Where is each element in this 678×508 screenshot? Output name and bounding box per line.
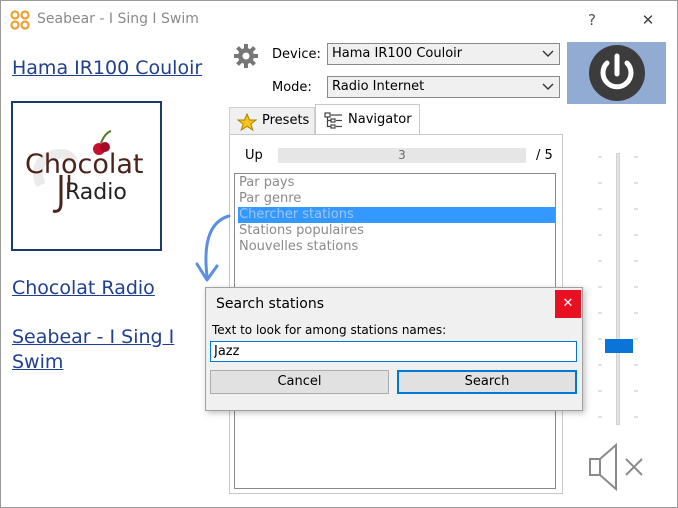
volume-slider[interactable]	[616, 153, 620, 425]
device-link[interactable]: Hama IR100 Couloir	[12, 57, 202, 79]
tab-navigator-label: Navigator	[348, 112, 412, 127]
page-total: / 5	[536, 148, 553, 163]
dialog-close-button[interactable]: ✕	[555, 290, 581, 318]
tree-icon	[324, 112, 342, 129]
window-title: Seabear - I Sing I Swim	[37, 11, 199, 27]
logo-word-2: Radio	[65, 180, 127, 205]
annotation-arrow-icon	[195, 214, 231, 282]
logo-word-1: Chocolat	[25, 149, 143, 180]
nav-up-button[interactable]: Up	[245, 148, 263, 163]
page-indicator: 3	[278, 148, 526, 163]
tab-navigator[interactable]: Navigator	[315, 104, 420, 135]
power-button[interactable]	[567, 42, 666, 104]
gear-icon[interactable]	[233, 43, 259, 69]
star-icon	[237, 113, 257, 131]
search-button[interactable]: Search	[397, 370, 577, 394]
cancel-button[interactable]: Cancel	[210, 370, 389, 394]
search-input[interactable]	[210, 341, 577, 362]
device-select[interactable]: Hama IR100 Couloir	[327, 43, 560, 65]
station-logo: Chocolat Radio	[11, 101, 162, 251]
mode-label: Mode:	[272, 80, 312, 95]
mode-select[interactable]: Radio Internet	[327, 76, 560, 98]
close-button[interactable]: ✕	[637, 9, 659, 31]
list-item[interactable]: Stations populaires	[238, 223, 555, 239]
tab-presets[interactable]: Presets	[229, 107, 315, 135]
device-select-value: Hama IR100 Couloir	[332, 46, 463, 61]
title-bar: Seabear - I Sing I Swim ? ✕	[1, 1, 677, 39]
chocolat-radio-logo: Chocolat Radio	[25, 130, 143, 213]
tab-presets-label: Presets	[262, 113, 310, 128]
speaker-mute-icon[interactable]	[586, 439, 648, 495]
list-item[interactable]: Par pays	[238, 175, 555, 191]
list-item[interactable]: Nouvelles stations	[238, 239, 555, 255]
list-item[interactable]: Par genre	[238, 191, 555, 207]
list-item[interactable]: Chercher stations	[238, 207, 555, 223]
chevron-down-icon	[542, 83, 554, 90]
station-link[interactable]: Chocolat Radio	[12, 277, 155, 299]
power-icon	[589, 45, 645, 101]
device-label: Device:	[272, 47, 321, 62]
search-prompt-label: Text to look for among stations names:	[212, 323, 447, 337]
mode-select-value: Radio Internet	[332, 79, 425, 94]
volume-slider-thumb[interactable]	[605, 339, 633, 353]
app-link[interactable]: Seabear - I Sing I Swim	[12, 325, 202, 375]
help-button[interactable]: ?	[581, 9, 603, 31]
chevron-down-icon	[542, 50, 554, 57]
main-window: Seabear - I Sing I Swim ? ✕ Hama IR100 C…	[0, 0, 678, 508]
app-icon	[10, 10, 30, 30]
search-stations-dialog: Search stations ✕ Text to look for among…	[205, 287, 583, 411]
dialog-title: Search stations	[216, 296, 325, 312]
